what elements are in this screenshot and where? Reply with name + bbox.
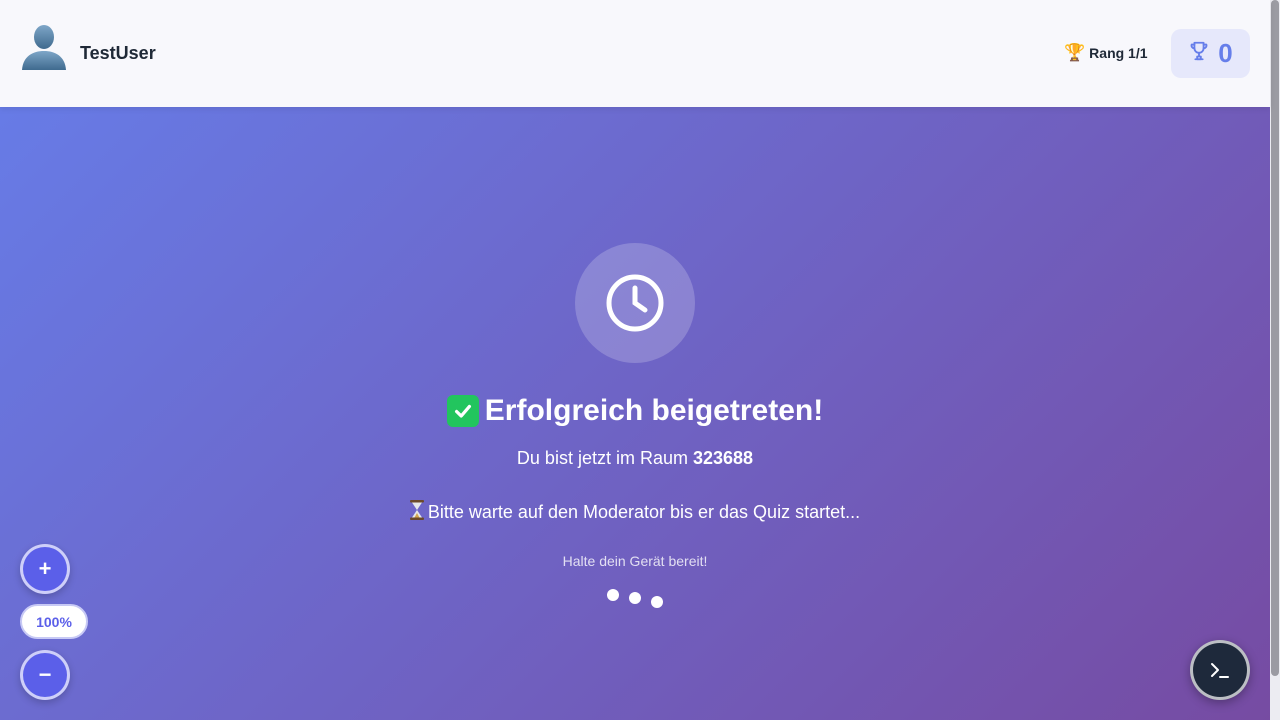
username: TestUser: [80, 43, 156, 63]
loading-dot: [629, 592, 641, 604]
clock-badge: [575, 243, 695, 363]
trophy-emoji-icon: 🏆: [1064, 43, 1086, 62]
score-value: 0: [1218, 38, 1233, 68]
zoom-out-button[interactable]: −: [20, 650, 70, 700]
rank-indicator: 🏆 Rang 1/1: [1064, 44, 1148, 61]
wait-text: Bitte warte auf den Moderator bis er das…: [427, 502, 861, 522]
rank-label: Rang 1/1: [1089, 44, 1148, 61]
trophy-outline-icon: [1188, 40, 1210, 67]
user-avatar-icon: [20, 22, 68, 70]
console-button[interactable]: [1190, 640, 1250, 700]
check-mark-icon: [446, 395, 479, 427]
clock-icon: [606, 274, 664, 332]
room-prefix: Du bist jetzt im Raum: [516, 448, 688, 468]
loading-dot: [651, 596, 663, 608]
room-info: Du bist jetzt im Raum 323688: [0, 448, 1270, 469]
room-code: 323688: [692, 448, 754, 468]
page-scrollbar[interactable]: [1270, 0, 1280, 720]
wait-message: Bitte warte auf den Moderator bis er das…: [0, 500, 1270, 525]
hint-text: Halte dein Gerät bereit!: [562, 553, 708, 569]
top-header: TestUser 🏆 Rang 1/1 0: [0, 0, 1270, 107]
waiting-room-panel: Erfolgreich beigetreten! Du bist jetzt i…: [0, 107, 1270, 720]
score-display: 0: [1171, 29, 1250, 78]
hourglass-icon: [409, 500, 424, 525]
title-text: Erfolgreich beigetreten!: [484, 394, 824, 427]
zoom-in-button[interactable]: +: [20, 544, 70, 594]
scrollbar-thumb[interactable]: [1271, 0, 1279, 676]
terminal-icon: [1211, 663, 1229, 678]
page-title: Erfolgreich beigetreten!: [0, 394, 1270, 428]
zoom-level: 100%: [20, 604, 88, 639]
loading-dot: [607, 589, 619, 601]
